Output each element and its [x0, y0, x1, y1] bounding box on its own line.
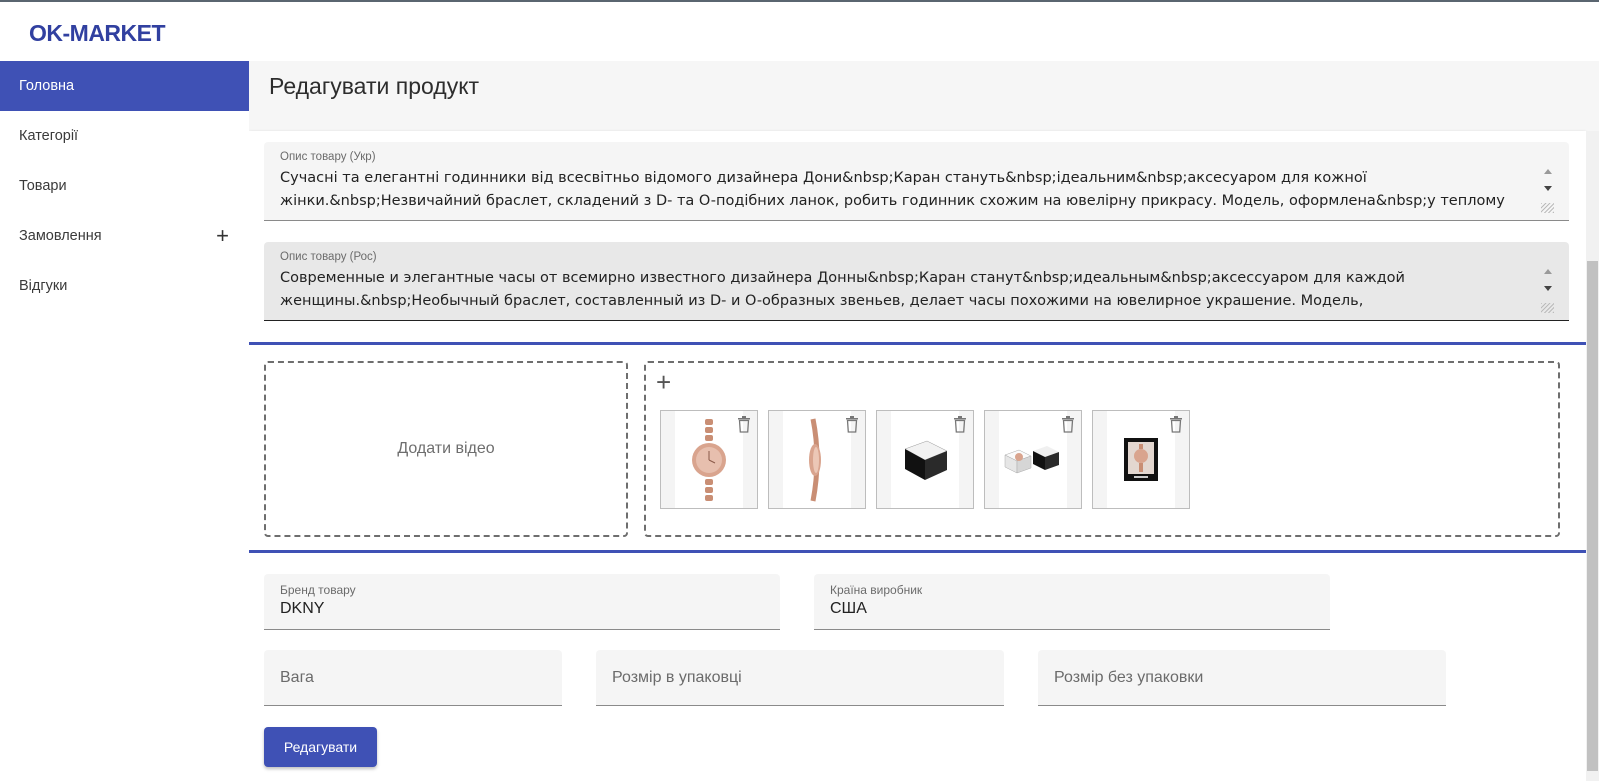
sidebar-item-label: Відгуки	[19, 278, 68, 294]
logo[interactable]: OK-MARKET	[29, 20, 166, 47]
trash-icon[interactable]	[845, 416, 859, 433]
field-label: Бренд товару	[280, 583, 356, 597]
sidebar-item-label: Головна	[19, 78, 75, 94]
product-image-thumb[interactable]	[768, 410, 866, 509]
textarea-scrollbar[interactable]	[1541, 167, 1555, 213]
sidebar-item-label: Замовлення	[19, 228, 102, 244]
weight-field[interactable]: Вага	[264, 650, 562, 706]
sidebar-item-home[interactable]: Головна	[0, 61, 249, 111]
scroll-up-icon[interactable]	[1544, 269, 1552, 274]
brand-field[interactable]: Бренд товару DKNY	[264, 574, 780, 630]
watch-box-image	[891, 411, 959, 508]
weight-input[interactable]: Вага	[280, 650, 314, 705]
product-image-thumb[interactable]	[984, 410, 1082, 509]
trash-icon[interactable]	[737, 416, 751, 433]
sidebar-item-orders[interactable]: Замовлення +	[0, 211, 249, 261]
submit-edit-button[interactable]: Редагувати	[264, 727, 377, 767]
video-dropzone[interactable]: Додати відео	[264, 361, 628, 537]
sidebar-item-products[interactable]: Товари	[0, 161, 249, 211]
sidebar-item-reviews[interactable]: Відгуки	[0, 261, 249, 311]
size-unpacked-input[interactable]: Розмір без упаковки	[1054, 650, 1203, 705]
product-image-thumb[interactable]	[876, 410, 974, 509]
scroll-up-icon[interactable]	[1544, 169, 1552, 174]
sidebar-item-label: Категорії	[19, 128, 79, 144]
trash-icon[interactable]	[953, 416, 967, 433]
country-input[interactable]: США	[830, 600, 867, 618]
country-field[interactable]: Країна виробник США	[814, 574, 1330, 630]
field-label: Опис товару (Укр)	[280, 151, 376, 163]
watch-in-box-image	[1107, 411, 1175, 508]
product-image-thumb[interactable]	[660, 410, 758, 509]
section-divider	[249, 342, 1586, 345]
description-ua-textarea[interactable]: Сучасні та елегантні годинники від всесв…	[280, 167, 1525, 213]
resize-handle-icon[interactable]	[1541, 303, 1554, 313]
description-ru-field[interactable]: Опис товару (Рос) Современные и элегантн…	[264, 242, 1569, 321]
page-title: Редагувати продукт	[269, 73, 480, 99]
watch-image	[675, 411, 743, 508]
add-image-plus-icon[interactable]: +	[656, 367, 671, 398]
description-ru-textarea[interactable]: Современные и элегантные часы от всемирн…	[280, 267, 1525, 313]
page-scrollbar[interactable]	[1586, 131, 1599, 781]
field-label: Опис товару (Рос)	[280, 251, 377, 263]
scroll-down-icon[interactable]	[1544, 186, 1552, 191]
section-divider	[249, 550, 1586, 553]
sidebar-item-categories[interactable]: Категорії	[0, 111, 249, 161]
textarea-scrollbar[interactable]	[1541, 267, 1555, 313]
images-dropzone[interactable]: +	[644, 361, 1560, 537]
edit-form-card: Опис товару (Укр) Сучасні та елегантні г…	[249, 131, 1586, 781]
brand-input[interactable]: DKNY	[280, 600, 324, 618]
main-content: Редагувати продукт Опис товару (Укр) Суч…	[249, 61, 1599, 781]
watch-packaging-image	[999, 411, 1067, 508]
sidebar: Головна Категорії Товари Замовлення + Від…	[0, 61, 249, 781]
expand-plus-icon[interactable]: +	[216, 211, 229, 261]
trash-icon[interactable]	[1169, 416, 1183, 433]
resize-handle-icon[interactable]	[1541, 203, 1554, 213]
product-image-thumb[interactable]	[1092, 410, 1190, 509]
size-packed-input[interactable]: Розмір в упаковці	[612, 650, 742, 705]
page-scrollbar-thumb[interactable]	[1587, 261, 1598, 771]
add-video-label: Додати відео	[397, 440, 495, 457]
size-unpacked-field[interactable]: Розмір без упаковки	[1038, 650, 1446, 706]
trash-icon[interactable]	[1061, 416, 1075, 433]
description-ua-field[interactable]: Опис товару (Укр) Сучасні та елегантні г…	[264, 142, 1569, 221]
field-label: Країна виробник	[830, 583, 923, 597]
app-header: OK-MARKET	[0, 2, 1599, 61]
scroll-down-icon[interactable]	[1544, 286, 1552, 291]
sidebar-item-label: Товари	[19, 178, 67, 194]
watch-side-image	[783, 411, 851, 508]
size-packed-field[interactable]: Розмір в упаковці	[596, 650, 1004, 706]
